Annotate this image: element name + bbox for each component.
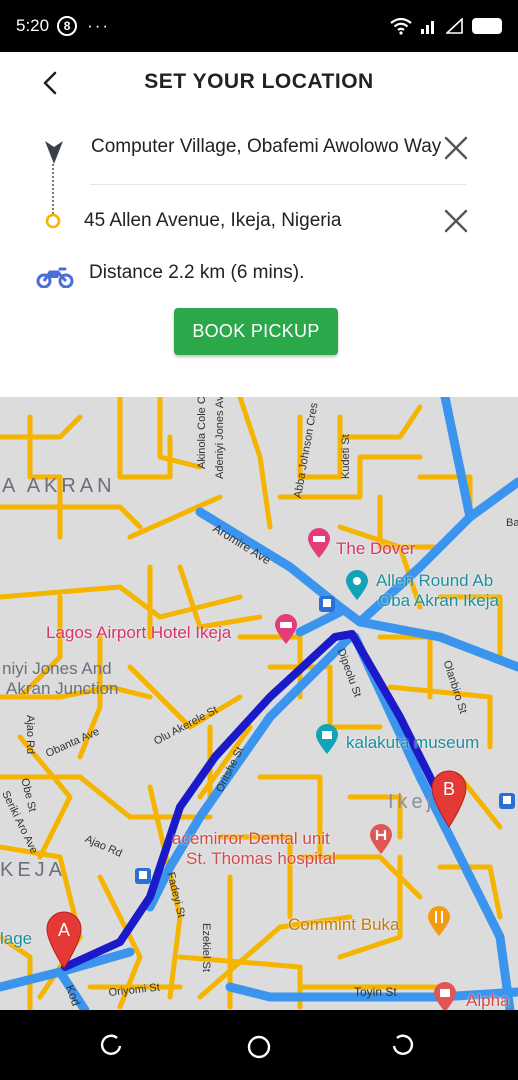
clear-destination-icon[interactable] (443, 208, 469, 234)
origin-pin-icon (45, 141, 63, 164)
marker-b-pin-icon[interactable]: B (430, 769, 468, 829)
poi-commint-buka[interactable]: Commint Buka (288, 915, 399, 935)
poi-lagos-airport-hotel[interactable]: Lagos Airport Hotel Ikeja (46, 623, 231, 643)
poi-allen-roundabout[interactable]: Allen Round Ab (376, 571, 493, 591)
camera-pin-icon (346, 570, 368, 600)
distance-text: Distance 2.2 km (6 mins). (89, 262, 305, 283)
map-label: Adeniyi Jones Av (214, 397, 226, 479)
map-label: Ba (506, 517, 518, 529)
marker-a-pin-icon[interactable]: A (45, 910, 83, 970)
recents-icon[interactable] (100, 1034, 124, 1058)
page-title: SET YOUR LOCATION (144, 70, 374, 93)
map-label: niyi Jones And (2, 659, 112, 678)
map-view[interactable]: A AKRAN Akinola Cole C Adeniyi Jones Av … (0, 397, 518, 1010)
poi-oba-akran[interactable]: Oba Akran Ikeja (378, 591, 499, 611)
bus-stop-icon (499, 793, 515, 809)
bus-stop-icon (135, 868, 151, 884)
museum-pin-icon (316, 724, 338, 754)
motorbike-icon (36, 267, 74, 288)
marker-b-label: B (443, 779, 455, 799)
destination-dot-icon (45, 213, 61, 229)
more-notifications-icon: ··· (87, 16, 111, 35)
header: SET YOUR LOCATION (0, 52, 518, 112)
map-label: Akran Junction (6, 679, 119, 698)
navigation-bar (0, 1010, 518, 1080)
wifi-icon (390, 17, 412, 35)
home-icon[interactable] (246, 1034, 272, 1060)
status-bar: 5:20 8 ··· (0, 0, 518, 52)
divider (90, 184, 466, 185)
bus-stop-icon (319, 596, 335, 612)
clear-origin-icon[interactable] (443, 135, 469, 161)
hotel-pin-icon (275, 614, 297, 644)
poi-the-dover[interactable]: The Dover (336, 539, 415, 559)
map-label: lage (0, 929, 33, 948)
poi-alpha[interactable]: Alpha (466, 991, 509, 1010)
signal-icon (421, 21, 434, 34)
hotel-pin-icon (308, 528, 330, 558)
battery-icon (472, 18, 502, 34)
poi-st-thomas[interactable]: St. Thomas hospital (186, 849, 336, 869)
signal-empty-icon (446, 18, 463, 34)
status-time: 5:20 (16, 16, 50, 35)
poi-kalakuta-museum[interactable]: kalakuta museum (346, 733, 479, 753)
origin-field[interactable]: Computer Village, Obafemi Awolowo Way (91, 136, 441, 158)
map-label: Kudeti St (340, 434, 352, 479)
notification-badge-icon: 8 (57, 16, 78, 36)
map-label: Ezekiel St (200, 923, 212, 972)
map-label: Toyin St (354, 985, 397, 999)
shopping-pin-icon (434, 982, 456, 1010)
map-label: A AKRAN (2, 475, 116, 497)
map-label: Ajao Rd (24, 715, 36, 755)
hospital-pin-icon (370, 824, 392, 854)
map-label: KEJA (0, 859, 67, 881)
restaurant-pin-icon (428, 906, 450, 936)
book-pickup-button[interactable]: BOOK PICKUP (174, 308, 338, 355)
route-connector (52, 164, 54, 214)
destination-field[interactable]: 45 Allen Avenue, Ikeja, Nigeria (84, 210, 434, 232)
marker-a-label: A (58, 920, 70, 940)
map-label: Akinola Cole C (196, 397, 208, 469)
back-icon[interactable] (390, 1034, 414, 1058)
poi-dental-unit[interactable]: acemirror Dental unit (172, 829, 330, 849)
location-panel: SET YOUR LOCATION Computer Village, Obaf… (0, 52, 518, 397)
